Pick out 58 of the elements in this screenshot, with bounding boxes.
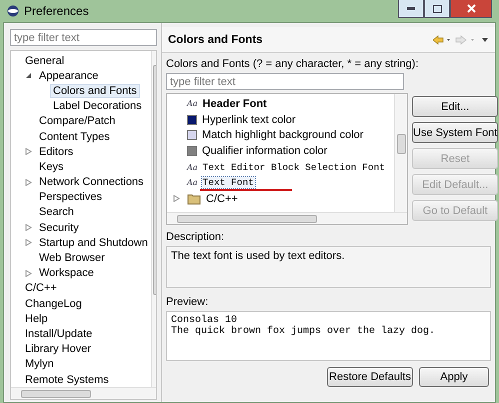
font-icon: Aa (187, 99, 198, 108)
tree-item[interactable]: C/C++ (22, 281, 60, 296)
tree-item[interactable]: Startup and Shutdown (36, 236, 151, 250)
tree-item[interactable]: General (22, 54, 68, 68)
preview-text: The quick brown fox jumps over the lazy dog. (171, 326, 436, 337)
tree-item[interactable]: Web Browser (36, 251, 108, 266)
tree-item[interactable]: Help (22, 312, 51, 326)
tree-item[interactable]: ChangeLog (22, 296, 85, 311)
close-button[interactable] (450, 0, 492, 18)
list-item[interactable]: Text Font (200, 176, 256, 190)
window-title: Preferences (24, 4, 89, 18)
folder-icon (187, 192, 201, 205)
close-icon (466, 4, 476, 13)
minimize-icon (407, 7, 415, 10)
font-icon: Aa (187, 178, 198, 188)
tree-item[interactable]: Content Types (36, 130, 113, 144)
footer-button[interactable]: Restore Defaults (327, 367, 413, 387)
tree-item[interactable]: Search (36, 205, 77, 220)
list-item[interactable]: Header Font (200, 96, 269, 111)
preview-text: Consolas 10 (171, 315, 238, 326)
list-item[interactable]: Hyperlink text color (200, 112, 298, 127)
tree-item[interactable]: Label Decorations (50, 99, 145, 114)
description-label: Description: (166, 231, 226, 243)
list-item[interactable]: Text Editor Block Selection Font (200, 160, 387, 174)
filter-label: Colors and Fonts (? = any character, * = any string): (166, 58, 420, 70)
action-button[interactable]: Edit... (412, 96, 498, 117)
action-button[interactable]: Use System Font (412, 122, 498, 143)
tree-item[interactable]: Appearance (36, 68, 102, 83)
tree-item[interactable]: Colors and Fonts (50, 84, 140, 98)
horizontal-scrollbar[interactable] (11, 387, 156, 399)
filter-field[interactable]: type filter text (10, 29, 157, 46)
tree-item[interactable]: Mylyn (22, 357, 57, 372)
tree-item[interactable]: Editors (36, 144, 76, 159)
tree-item[interactable]: Workspace (36, 266, 97, 280)
tree-item[interactable]: Library Hover (22, 342, 94, 356)
tree-item[interactable]: Keys (36, 160, 66, 174)
tree-item[interactable]: Network Connections (36, 175, 147, 190)
preview-label: Preview: (166, 296, 210, 308)
navigation-arrows-icon[interactable] (433, 34, 489, 44)
tree-item[interactable]: Security (36, 220, 82, 235)
expander-icon[interactable] (25, 72, 32, 80)
maximize-button[interactable] (424, 0, 450, 18)
list-item[interactable]: Match highlight background color (200, 128, 366, 142)
description-text: The text font is used by text editors. (171, 250, 346, 262)
font-icon: Aa (187, 162, 198, 172)
tree-item[interactable]: Install/Update (22, 326, 96, 341)
filter-field[interactable]: type filter text (166, 73, 404, 90)
maximize-icon (432, 4, 442, 12)
tree-item[interactable]: Compare/Patch (36, 114, 118, 128)
page-title: Colors and Fonts (168, 34, 263, 46)
footer-button[interactable]: Apply (419, 367, 489, 387)
tree-item[interactable]: Remote Systems (22, 372, 112, 387)
horizontal-scrollbar[interactable] (167, 212, 407, 224)
tree-item[interactable]: Perspectives (36, 190, 105, 204)
minimize-button[interactable] (398, 0, 424, 18)
list-item[interactable]: Qualifier information color (200, 144, 330, 158)
app-icon (7, 5, 19, 17)
list-item[interactable]: C/C++ (204, 192, 240, 206)
